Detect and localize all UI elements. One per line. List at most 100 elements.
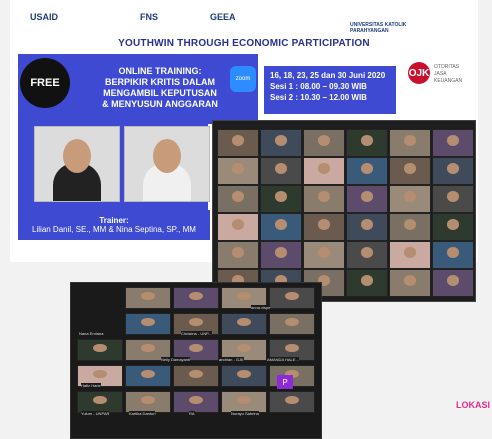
participant-video-tile bbox=[346, 185, 388, 213]
trainer-label: Trainer: bbox=[99, 216, 129, 225]
participant-face bbox=[141, 344, 155, 352]
ojk-mark: OJK bbox=[408, 62, 430, 84]
participant-video-tile bbox=[303, 213, 345, 241]
participant-face bbox=[93, 396, 107, 404]
participant-face bbox=[404, 163, 416, 174]
participant-name: andrian - GJE bbox=[219, 357, 244, 362]
participant-video-tile bbox=[303, 157, 345, 185]
participant-face bbox=[318, 191, 330, 202]
participant-face bbox=[189, 396, 203, 404]
free-badge: FREE bbox=[20, 58, 70, 108]
trainer-box: Trainer: Lilian Danil, SE., MM & Nina Se… bbox=[18, 210, 210, 240]
participant-name: RA bbox=[189, 411, 195, 416]
usaid-logo: USAID bbox=[30, 12, 59, 22]
participant-video-tile bbox=[432, 269, 474, 297]
participant-video-tile bbox=[217, 213, 259, 241]
participant-face bbox=[361, 247, 373, 258]
fns-logo: FNS bbox=[140, 12, 158, 22]
participant-video-tile bbox=[432, 185, 474, 213]
participant-video-tile bbox=[125, 365, 171, 387]
speaker-face bbox=[63, 139, 91, 173]
title-line-2: BERPIKIR KRITIS DALAM bbox=[105, 77, 215, 87]
zoom-logo: zoom bbox=[230, 66, 256, 92]
participant-face bbox=[447, 135, 459, 146]
title-line-4: & MENYUSUN ANGGARAN bbox=[102, 99, 218, 109]
geea-logo: GEEA bbox=[210, 12, 236, 22]
participant-face bbox=[447, 247, 459, 258]
participant-name: Hafiz Harie bbox=[81, 383, 101, 388]
participant-video-tile bbox=[125, 287, 171, 309]
participant-face bbox=[285, 292, 299, 300]
participant-video-tile bbox=[221, 391, 267, 413]
participant-name: AMANDA HALE... bbox=[267, 357, 299, 362]
participant-face bbox=[275, 247, 287, 258]
schedule-dates: 16, 18, 23, 25 dan 30 Juni 2020 bbox=[270, 71, 386, 80]
title-line-3: MENGAMBIL KEPUTUSAN bbox=[103, 88, 217, 98]
participant-video-tile bbox=[303, 241, 345, 269]
participant-video-tile bbox=[303, 129, 345, 157]
participant-video-tile bbox=[269, 287, 315, 309]
participant-face bbox=[232, 191, 244, 202]
participant-face bbox=[404, 135, 416, 146]
title-line-1: ONLINE TRAINING: bbox=[118, 66, 202, 76]
participant-face bbox=[232, 135, 244, 146]
participant-video-tile bbox=[173, 391, 219, 413]
participant-video-tile bbox=[260, 241, 302, 269]
participant-video-tile bbox=[260, 129, 302, 157]
participant-face bbox=[237, 344, 251, 352]
participant-face bbox=[93, 344, 107, 352]
participant-face bbox=[141, 292, 155, 300]
participant-video-tile bbox=[260, 157, 302, 185]
schedule-sesi1: Sesi 1 : 08.00 – 09.30 WIB bbox=[270, 82, 367, 91]
participant-name: Christina - UNP... bbox=[181, 331, 212, 336]
ojk-text-1: OTORITAS bbox=[434, 64, 460, 70]
participant-video-tile bbox=[125, 391, 171, 413]
participant-video-tile bbox=[269, 391, 315, 413]
trainer-names: Lilian Danil, SE., MM & Nina Septina, SP… bbox=[32, 225, 196, 234]
participant-face bbox=[361, 219, 373, 230]
participant-face bbox=[232, 163, 244, 174]
participant-face bbox=[404, 275, 416, 286]
participant-face bbox=[189, 344, 203, 352]
participant-video-tile bbox=[432, 241, 474, 269]
participant-video-tile bbox=[432, 157, 474, 185]
participant-face bbox=[232, 247, 244, 258]
participant-avatar: P bbox=[277, 375, 293, 389]
unpar-logo: UNIVERSITAS KATOLIK PARAHYANGAN bbox=[350, 22, 407, 34]
participant-video-tile bbox=[77, 391, 123, 413]
ojk-logo: OJK OTORITAS JASA KEUANGAN bbox=[408, 62, 468, 92]
speaker-photo-1 bbox=[34, 126, 120, 202]
participant-video-tile bbox=[389, 269, 431, 297]
participant-video-tile bbox=[217, 129, 259, 157]
participant-video-tile bbox=[389, 157, 431, 185]
ojk-text-3: KEUANGAN bbox=[434, 78, 463, 84]
participant-video-tile bbox=[346, 213, 388, 241]
participant-video-tile bbox=[260, 185, 302, 213]
participant-video-tile bbox=[125, 313, 171, 335]
participant-face bbox=[141, 370, 155, 378]
participant-face bbox=[285, 344, 299, 352]
participant-face bbox=[275, 191, 287, 202]
participant-face bbox=[141, 396, 155, 404]
participant-video-tile bbox=[260, 213, 302, 241]
participant-face bbox=[318, 247, 330, 258]
participant-face bbox=[189, 318, 203, 326]
participant-face bbox=[361, 135, 373, 146]
participant-face bbox=[318, 219, 330, 230]
participant-video-tile bbox=[346, 129, 388, 157]
participant-video-tile bbox=[77, 339, 123, 361]
participant-video-tile bbox=[346, 241, 388, 269]
participant-video-tile bbox=[389, 241, 431, 269]
participant-video-tile bbox=[346, 157, 388, 185]
ojk-text: OTORITAS JASA KEUANGAN bbox=[434, 64, 462, 85]
participant-name: Nurayu Sabrina bbox=[231, 411, 259, 416]
participant-video-tile bbox=[221, 313, 267, 335]
participant-face bbox=[447, 219, 459, 230]
participant-face bbox=[93, 370, 107, 378]
participant-face bbox=[232, 219, 244, 230]
participant-video-tile bbox=[173, 365, 219, 387]
participant-video-tile bbox=[346, 269, 388, 297]
participant-video-tile bbox=[389, 185, 431, 213]
participant-face bbox=[275, 219, 287, 230]
participant-face bbox=[237, 370, 251, 378]
